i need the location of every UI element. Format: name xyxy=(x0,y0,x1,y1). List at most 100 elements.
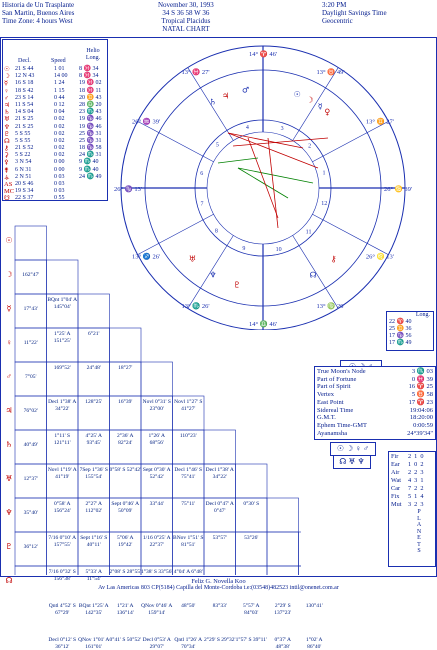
aspect-cell: Decl 0°12' S 36°12' xyxy=(48,637,77,650)
aspect-cell: Sept 0°46' A 50°09' xyxy=(111,501,140,514)
planet-decl: 21 S 25 xyxy=(15,123,34,130)
aspect-cell: 1°02' A 86°40' xyxy=(306,637,323,650)
planet-decl: 21 S 44 xyxy=(15,66,34,72)
cusp-label: 26° ♌ 13' xyxy=(366,253,394,261)
point-label: Ephem Time-GMT xyxy=(317,421,368,429)
planet-row: ☊ 5 S 55 0 02 25 ♑ 31 xyxy=(4,138,106,145)
point-row: Vertex 5 ♉ 58 xyxy=(317,391,433,399)
planet-decl: 21 S 25 xyxy=(15,116,34,123)
element-cell: Air xyxy=(391,469,400,476)
grid-row-glyph: ♀ xyxy=(6,338,12,347)
planet-glyph: ♀ xyxy=(324,107,330,116)
planet-glyph: ♄ xyxy=(209,97,216,106)
planet-helio: 25 ♑ 31 xyxy=(79,137,102,144)
house-cusp-line xyxy=(292,67,339,141)
point-label: Part of Spirit xyxy=(317,383,351,391)
chart-geocentric: Geocentric xyxy=(322,17,353,25)
aspect-cell: 75°11' xyxy=(181,501,196,507)
planet-glyph: ☉ xyxy=(294,90,301,99)
element-cell: 1 xyxy=(408,461,412,468)
house-number: 1 xyxy=(323,170,326,176)
aspect-cell: 7Sep 1°36' S 155°54' xyxy=(79,467,108,480)
planet-decl: 3 N 54 xyxy=(15,159,32,166)
aspect-cell: QNov 0°46' A 159°14' xyxy=(141,603,173,616)
aspect-cell: Decl 1°38' A 34°22' xyxy=(48,399,77,412)
grid-row-glyph: ♆ xyxy=(5,508,13,517)
planet-glyph: ♅ xyxy=(4,116,10,124)
points-table: True Moon's Node 3 ♏ 03 Part of Fortune 0 ♓… xyxy=(314,366,436,440)
planet-row: ♆ 21 S 25 0 02 19 ♑ 46 xyxy=(4,124,106,131)
house-number: 4 xyxy=(246,125,249,131)
element-row: Mut 3 2 3 xyxy=(391,501,433,509)
aspect-cell: Decl 1°38' A 34°22' xyxy=(205,467,234,480)
house-cusp-line xyxy=(137,121,214,162)
house-number: 11 xyxy=(306,230,312,236)
element-cell: 2 xyxy=(414,469,418,476)
aspect-cell-first: 17°43' xyxy=(23,306,38,312)
point-value: 24°39'34" xyxy=(407,429,433,437)
aspect-cell: 0°41' S 50°52' xyxy=(109,637,141,643)
planet-decl: 5 S 55 xyxy=(15,130,31,137)
planet-speed: 0 00 xyxy=(54,159,65,166)
aspect-cell: BQnt 1°25' A 142°35' xyxy=(78,603,109,616)
aspect-cell: 169°52' xyxy=(53,365,71,371)
planet-glyph: ♂ xyxy=(4,94,9,102)
planet-glyph: ☿ xyxy=(318,102,323,111)
planet-decl: 14 S 04 xyxy=(15,109,34,116)
grid-row-glyph: ♄ xyxy=(5,440,13,449)
aspect-cell-first: 12°37' xyxy=(23,476,38,482)
element-row: Wat 4 3 1 xyxy=(391,477,433,485)
planet-speed: 0 03 xyxy=(54,181,65,187)
aspect-cell: 2°08' S 28°55' xyxy=(109,569,141,575)
planet-speed: 0 03 xyxy=(54,188,65,195)
aspect-cell: Novl 1°27' S 41°27' xyxy=(174,399,203,412)
point-label: Vertex xyxy=(317,391,334,399)
planet-glyph: ♆ xyxy=(4,123,10,131)
planet-row: ♂ 23 S 14 0 44 20 ♊ 43 xyxy=(4,95,106,102)
planet-row: ♅ 21 S 25 0 02 19 ♑ 46 xyxy=(4,116,106,123)
planet-speed: 0 04 xyxy=(54,109,65,116)
planet-table: Decl. Speed Helio Long. ☉ 21 S 44 1 01 8 ♓ … xyxy=(2,39,108,202)
aspect-cell: QNov 1°01' A 161°01' xyxy=(78,637,110,650)
aspect-cell-first: 162°47' xyxy=(22,272,40,278)
planet-speed: 0 00 xyxy=(54,166,65,173)
chart-house-system: Tropical Placidus xyxy=(161,17,211,25)
element-cell: 2 xyxy=(420,485,424,492)
aspect-cell: Decl 0°53' A 29°07' xyxy=(142,637,171,650)
planet-glyph: AS xyxy=(4,181,13,188)
planet-speed: 0 44 xyxy=(54,94,65,101)
planet-glyph: ☊ xyxy=(309,271,316,280)
aspect-cell: 4°25' A 93°45' xyxy=(85,433,102,446)
planet-speed: 1 01 xyxy=(54,66,65,72)
planet-speed: 1 24 xyxy=(54,80,65,87)
aspect-cell: 1°26' A 68°56' xyxy=(148,433,165,446)
aspect-grid-cells: ☉ ☽ ☿ ♀ ♂ ♃ ♄ ♅ ♆ ♇ ☊ 162°47' 17°43' 11°22' 7°05' 76°02… xyxy=(1,200,322,650)
planet-helio: 8 ♓ 34 xyxy=(79,66,99,72)
planet-glyph: ♃ xyxy=(222,91,229,100)
aspect-cell: 53°26' xyxy=(244,535,259,541)
planet-row: ⚴ 3 N 54 0 00 9 ♏ 40 xyxy=(4,159,106,166)
planet-glyph: ♀ xyxy=(4,87,9,95)
aspect-cell: 1°11' S 121°11' xyxy=(53,433,71,446)
planets-vertical-label: PLANETS xyxy=(416,509,422,554)
house-number: 2 xyxy=(308,144,311,150)
planet-glyph: ⚵ xyxy=(4,166,9,174)
aspect-cell: 7/16 0°10' A 157°55' xyxy=(48,535,77,548)
planet-helio: 18 ♓ 11 xyxy=(79,87,102,94)
aspect-cell: 1°25' A 151°25' xyxy=(53,331,71,344)
aspect-cell: Decl 1°46' S 75°41' xyxy=(174,467,203,480)
aspect-cell: 110°23' xyxy=(179,433,197,439)
house-long-title: Long. xyxy=(415,312,430,318)
aspect-cell: 33°44' xyxy=(149,501,164,507)
planet-row: ♇ 5 S 55 0 02 25 ♑ 31 xyxy=(4,131,106,138)
cusp-label: 13° ♉ 49' xyxy=(316,68,344,76)
planet-row: MC 19 S 34 0 03 xyxy=(4,188,106,195)
aspect-cell: 5°06' A 19°42' xyxy=(117,535,134,548)
point-label: Ayanamsha xyxy=(317,429,348,437)
aspect-cell: 0°58' S 52°42' xyxy=(109,467,141,473)
planet-glyph: ⚶ xyxy=(4,173,10,181)
house-cusp-line xyxy=(312,121,389,162)
footer-author: Feliz G. Novella Koo xyxy=(191,578,246,585)
planet-glyph: ☿ xyxy=(4,80,8,88)
element-cell: Ear xyxy=(391,461,400,468)
